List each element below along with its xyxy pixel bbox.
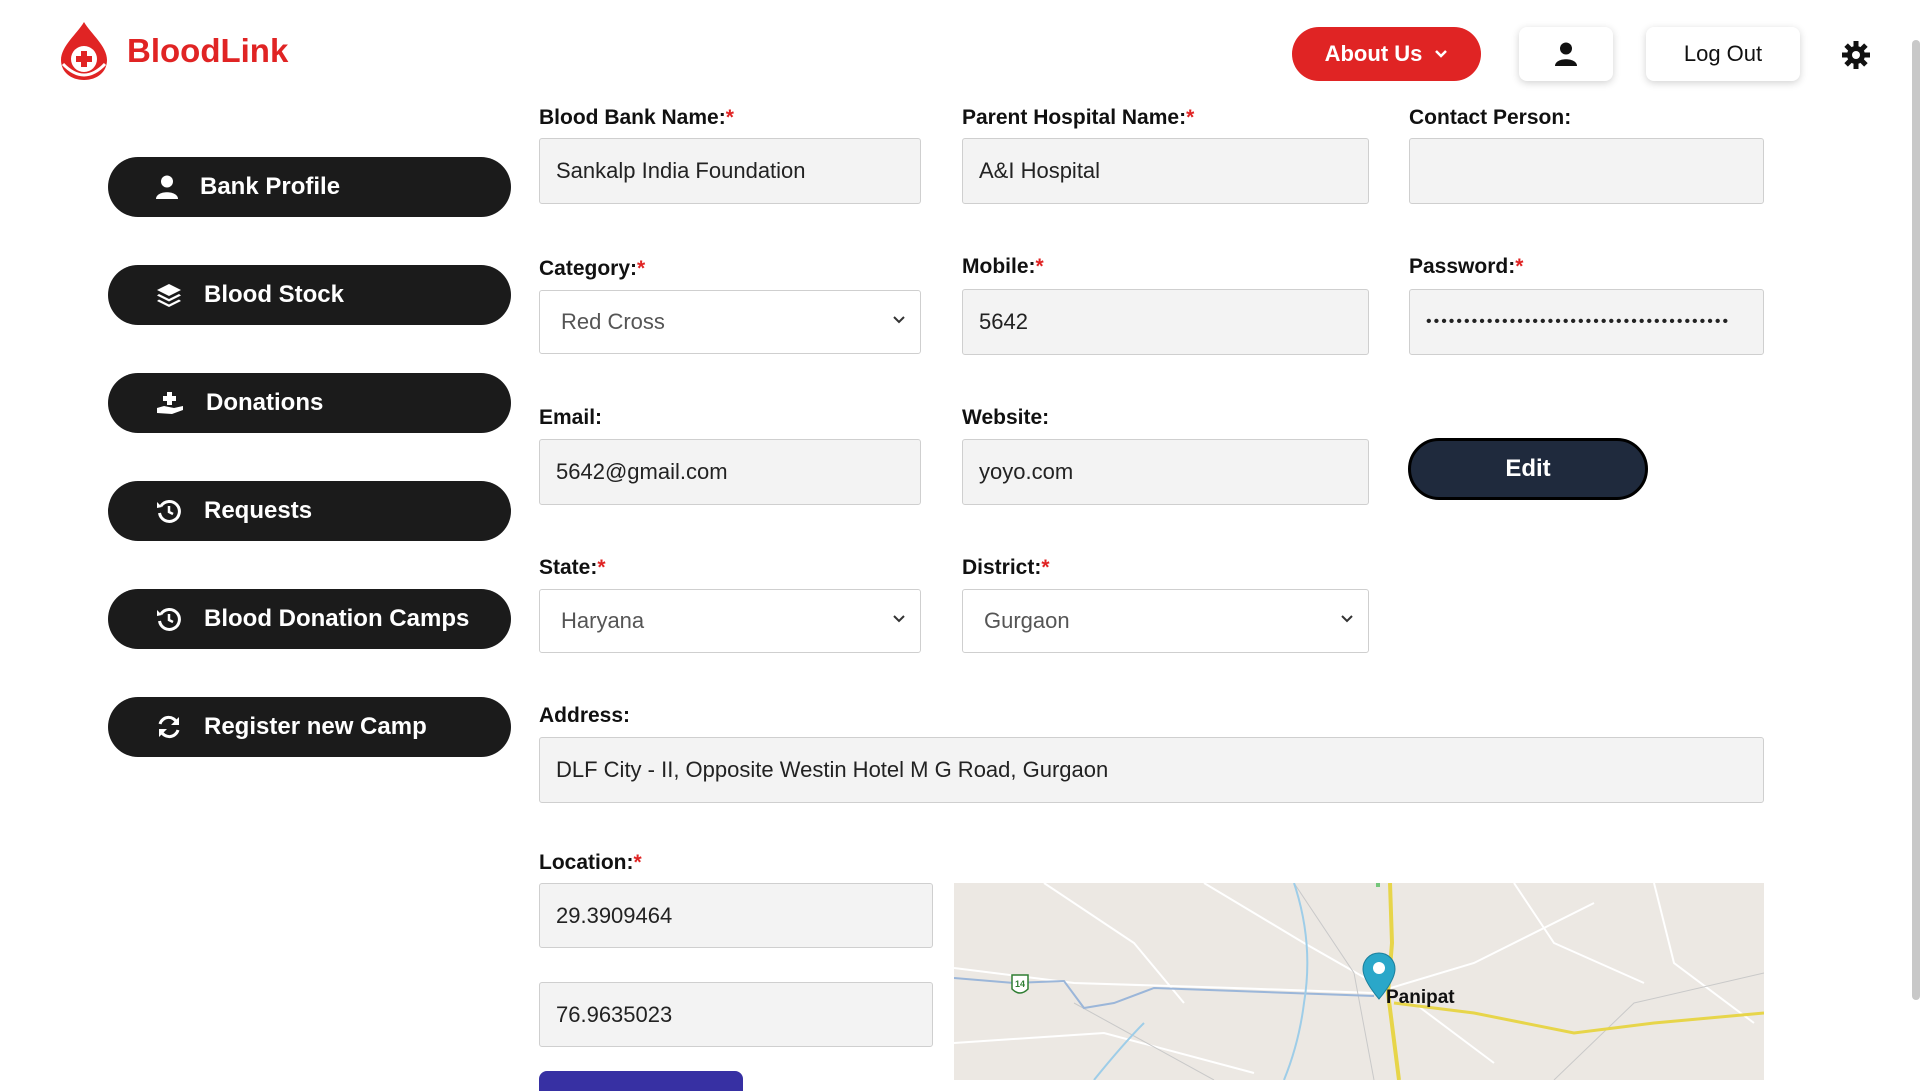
latitude-field[interactable]: 29.3909464 — [539, 883, 933, 948]
website-field[interactable]: yoyo.com — [962, 439, 1369, 505]
user-icon — [156, 175, 178, 199]
chevron-down-icon — [1435, 50, 1448, 58]
highway-shield-label: 14 — [1015, 979, 1025, 989]
address-field[interactable]: DLF City - II, Opposite Westin Hotel M G… — [539, 737, 1764, 803]
map-canvas: 14 Panipat — [954, 883, 1764, 1080]
sidebar-item-bank-profile[interactable]: Bank Profile — [108, 157, 511, 217]
sidebar-item-label: Blood Donation Camps — [204, 605, 470, 632]
sidebar-item-register-new-camp[interactable]: Register new Camp — [108, 697, 511, 757]
parent-hospital-field[interactable]: A&I Hospital — [962, 138, 1369, 204]
hand-holding-plus-icon — [157, 392, 183, 414]
email-field[interactable]: 5642@gmail.com — [539, 439, 921, 505]
longitude-field[interactable]: 76.9635023 — [539, 982, 933, 1047]
sidebar-item-label: Blood Stock — [204, 281, 345, 308]
sidebar-item-label: Donations — [206, 389, 324, 416]
bank-name-label: Blood Bank Name:* — [539, 106, 734, 129]
contact-person-field[interactable] — [1409, 138, 1764, 204]
district-label: District:* — [962, 556, 1050, 579]
mobile-field[interactable]: 5642 — [962, 289, 1369, 355]
chevron-down-icon — [893, 615, 905, 623]
profile-button[interactable] — [1519, 27, 1613, 81]
location-map[interactable]: 14 Panipat — [954, 883, 1764, 1080]
password-value: •••••••••••••••••••••••••••••••••••••••• — [1426, 313, 1731, 330]
category-value: Red Cross — [561, 309, 665, 334]
sidebar-item-blood-stock[interactable]: Blood Stock — [108, 265, 511, 325]
sidebar-item-label: Register new Camp — [204, 713, 427, 740]
about-us-dropdown[interactable]: About Us — [1292, 27, 1481, 81]
sidebar-item-label: Requests — [204, 497, 313, 524]
edit-button[interactable]: Edit — [1408, 438, 1648, 500]
password-field[interactable]: •••••••••••••••••••••••••••••••••••••••• — [1409, 289, 1764, 355]
chevron-down-icon — [1341, 615, 1353, 623]
website-label: Website: — [962, 406, 1050, 429]
district-value: Gurgaon — [984, 608, 1070, 633]
brand-logo[interactable]: BloodLink — [55, 20, 288, 82]
sidebar-item-donations[interactable]: Donations — [108, 373, 511, 433]
address-label: Address: — [539, 704, 631, 727]
user-icon — [1555, 42, 1577, 66]
brand-name: BloodLink — [127, 32, 289, 69]
email-label: Email: — [539, 406, 603, 429]
state-value: Haryana — [561, 608, 645, 633]
chevron-down-icon — [893, 316, 905, 324]
history-icon — [157, 499, 181, 523]
mobile-label: Mobile:* — [962, 255, 1044, 278]
map-marker-icon[interactable] — [1361, 951, 1397, 1001]
gear-icon[interactable] — [1842, 41, 1870, 69]
about-us-label: About Us — [1324, 41, 1423, 66]
sidebar-item-label: Bank Profile — [200, 173, 341, 200]
refresh-icon — [158, 715, 180, 739]
sidebar-item-blood-donation-camps[interactable]: Blood Donation Camps — [108, 589, 511, 649]
category-label: Category:* — [539, 257, 646, 280]
district-select[interactable]: Gurgaon — [962, 589, 1369, 653]
password-label: Password:* — [1409, 255, 1524, 278]
location-label: Location:* — [539, 851, 642, 874]
top-navbar: BloodLink About Us Log Out — [0, 0, 1920, 110]
bank-name-field[interactable]: Sankalp India Foundation — [539, 138, 921, 204]
category-select[interactable]: Red Cross — [539, 290, 921, 354]
parent-hospital-label: Parent Hospital Name:* — [962, 106, 1195, 129]
blood-drop-icon — [61, 22, 107, 80]
contact-person-label: Contact Person: — [1409, 106, 1572, 129]
layers-icon — [157, 284, 181, 307]
logout-button[interactable]: Log Out — [1646, 27, 1800, 81]
state-label: State:* — [539, 556, 606, 579]
page-scrollbar[interactable] — [1912, 40, 1920, 1000]
history-icon — [157, 607, 181, 631]
update-location-button[interactable] — [539, 1071, 743, 1091]
state-select[interactable]: Haryana — [539, 589, 921, 653]
sidebar-item-requests[interactable]: Requests — [108, 481, 511, 541]
